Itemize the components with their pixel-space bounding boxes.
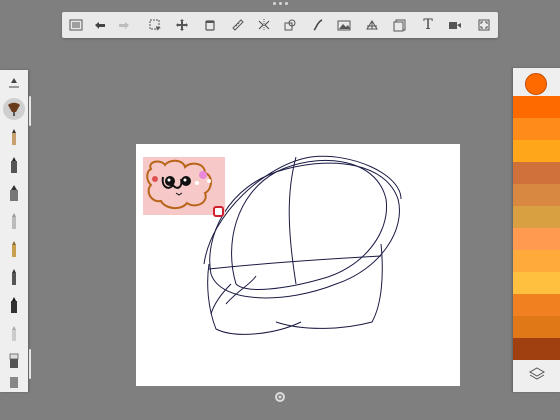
airbrush-icon[interactable] (3, 182, 25, 204)
color-swatch[interactable] (513, 250, 560, 272)
blender-icon[interactable] (3, 374, 25, 390)
color-swatch[interactable] (513, 184, 560, 206)
settings-icon[interactable] (274, 388, 286, 402)
color-swatch[interactable] (513, 118, 560, 140)
color-swatch[interactable] (513, 338, 560, 360)
image-icon[interactable] (334, 15, 354, 35)
toolbar-handle[interactable] (271, 2, 289, 8)
selection-icon[interactable] (145, 15, 165, 35)
color-swatch[interactable] (513, 96, 560, 118)
color-swatch[interactable] (513, 294, 560, 316)
slider-icon[interactable] (3, 72, 25, 94)
list-icon[interactable] (66, 15, 86, 35)
bucket-icon[interactable] (200, 15, 220, 35)
color-swatch[interactable] (513, 228, 560, 250)
sticker-image[interactable] (143, 157, 225, 219)
redo-icon[interactable] (114, 15, 134, 35)
pen-icon[interactable] (3, 238, 25, 260)
brush-panel (0, 70, 28, 392)
curve-icon[interactable] (308, 15, 328, 35)
flipbook-icon[interactable] (390, 15, 410, 35)
marker-icon[interactable] (3, 154, 25, 176)
color-panel (513, 68, 560, 392)
toolbar: T (62, 12, 498, 38)
video-icon[interactable] (445, 15, 465, 35)
color-swatch[interactable] (513, 162, 560, 184)
color-swatch[interactable] (513, 316, 560, 338)
color-swatch[interactable] (513, 206, 560, 228)
undo-icon[interactable] (90, 15, 110, 35)
stencil-icon[interactable] (280, 15, 300, 35)
perspective-icon[interactable] (362, 15, 382, 35)
current-color-swatch[interactable] (525, 73, 547, 95)
fullscreen-icon[interactable] (474, 15, 494, 35)
ruler-icon[interactable] (228, 15, 248, 35)
crayon-icon[interactable] (3, 210, 25, 232)
eraser-icon[interactable] (3, 350, 25, 372)
pencil-icon[interactable] (3, 126, 25, 148)
text-icon[interactable]: T (418, 15, 438, 35)
color-swatch[interactable] (513, 140, 560, 162)
color-swatch[interactable] (513, 272, 560, 294)
ink-icon[interactable] (3, 266, 25, 288)
symmetry-icon[interactable] (254, 15, 274, 35)
paintbrush-icon[interactable] (3, 98, 25, 120)
layers-icon[interactable] (528, 366, 546, 382)
brush-opacity-handle[interactable] (29, 349, 31, 379)
drawing-canvas[interactable] (136, 144, 460, 386)
fineliner-icon[interactable] (3, 294, 25, 316)
text-button-label: T (423, 17, 433, 33)
move-icon[interactable] (172, 15, 192, 35)
brush-size-handle[interactable] (29, 96, 31, 126)
chisel-icon[interactable] (3, 322, 25, 344)
